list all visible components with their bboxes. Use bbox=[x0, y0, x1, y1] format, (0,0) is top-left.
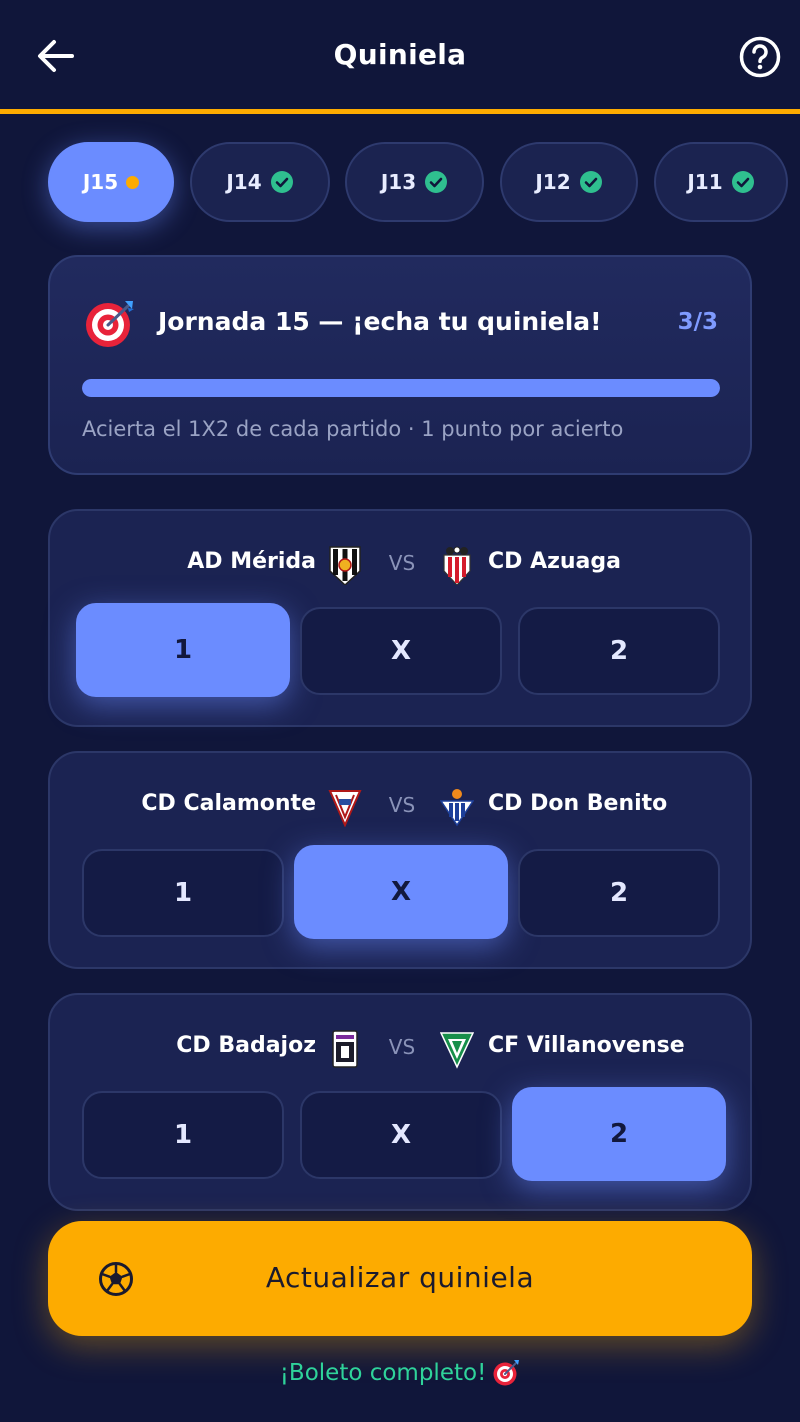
tab-label: J11 bbox=[687, 170, 723, 194]
tab-j12[interactable]: J12 bbox=[500, 142, 638, 222]
pick-1-button[interactable]: 1 bbox=[82, 1091, 284, 1179]
target-icon bbox=[493, 1360, 520, 1386]
home-team-name: AD Mérida bbox=[187, 549, 316, 574]
match-teams: CD Calamonte VS CD Don Benito bbox=[50, 783, 754, 831]
home-team-name: CD Badajoz bbox=[176, 1033, 316, 1058]
round-tabs: J15 J14 J13 J12 J11 bbox=[0, 142, 800, 222]
away-team-name: CD Azuaga bbox=[488, 549, 621, 574]
help-button[interactable] bbox=[738, 35, 782, 79]
tab-j11[interactable]: J11 bbox=[654, 142, 788, 222]
home-team-name: CD Calamonte bbox=[141, 791, 316, 816]
round-instructions: Acierta el 1X2 de cada partido · 1 punto… bbox=[82, 417, 624, 441]
tab-label: J14 bbox=[226, 170, 262, 194]
check-circle-icon bbox=[579, 171, 602, 193]
tab-j13[interactable]: J13 bbox=[345, 142, 484, 222]
team-crest-icon bbox=[440, 789, 474, 827]
tab-label: J15 bbox=[82, 170, 119, 194]
match-card: CD Calamonte VS CD Don Benito 1 X 2 bbox=[48, 751, 752, 969]
pick-2-button[interactable]: 2 bbox=[518, 849, 720, 937]
target-icon bbox=[86, 301, 134, 347]
pending-dot-icon bbox=[126, 175, 140, 189]
away-team-name: CF Villanovense bbox=[488, 1033, 685, 1058]
completion-text: ¡Boleto completo! bbox=[279, 1360, 487, 1386]
team-crest-icon bbox=[443, 546, 471, 585]
vs-label: VS bbox=[388, 793, 416, 817]
tab-label: J12 bbox=[535, 170, 571, 194]
check-circle-icon bbox=[425, 171, 448, 193]
away-team-name: CD Don Benito bbox=[488, 791, 668, 816]
match-card: AD Mérida VS CD Azuaga 1 X 2 bbox=[48, 509, 752, 727]
pick-x-button[interactable]: X bbox=[300, 1091, 502, 1179]
match-teams: AD Mérida VS CD Azuaga bbox=[50, 541, 754, 589]
tab-j15[interactable]: J15 bbox=[48, 142, 174, 222]
tab-j14[interactable]: J14 bbox=[190, 142, 330, 222]
pick-1-button[interactable]: 1 bbox=[82, 849, 284, 937]
progress-fill bbox=[82, 379, 720, 397]
top-app-bar: Quiniela bbox=[0, 0, 800, 114]
match-teams: CD Badajoz VS CF Villanovense bbox=[50, 1025, 754, 1073]
vs-label: VS bbox=[388, 1035, 416, 1059]
completion-note: ¡Boleto completo! bbox=[0, 1356, 800, 1390]
team-crest-icon bbox=[440, 1032, 474, 1069]
pick-x-button[interactable]: X bbox=[294, 845, 508, 939]
team-crest-icon bbox=[332, 1030, 358, 1068]
pick-2-button[interactable]: 2 bbox=[518, 607, 720, 695]
picks-count: 3/3 bbox=[677, 309, 718, 335]
help-circle-icon bbox=[739, 36, 781, 78]
round-info-card: Jornada 15 — ¡echa tu quiniela! 3/3 Acie… bbox=[48, 255, 752, 475]
page-title: Quiniela bbox=[333, 38, 467, 71]
match-card: CD Badajoz VS CF Villanovense 1 X 2 bbox=[48, 993, 752, 1211]
pick-2-button[interactable]: 2 bbox=[512, 1087, 726, 1181]
check-circle-icon bbox=[731, 171, 754, 193]
progress-bar bbox=[82, 379, 720, 397]
pick-1-button[interactable]: 1 bbox=[76, 603, 290, 697]
tab-label: J13 bbox=[380, 170, 417, 194]
check-circle-icon bbox=[270, 171, 293, 193]
update-quiniela-button[interactable]: Actualizar quiniela bbox=[48, 1221, 752, 1336]
update-quiniela-label: Actualizar quiniela bbox=[265, 1261, 535, 1294]
vs-label: VS bbox=[388, 551, 416, 575]
round-title: Jornada 15 — ¡echa tu quiniela! bbox=[158, 307, 602, 336]
team-crest-icon bbox=[328, 790, 362, 827]
pick-x-button[interactable]: X bbox=[300, 607, 502, 695]
team-crest-icon bbox=[329, 546, 361, 585]
